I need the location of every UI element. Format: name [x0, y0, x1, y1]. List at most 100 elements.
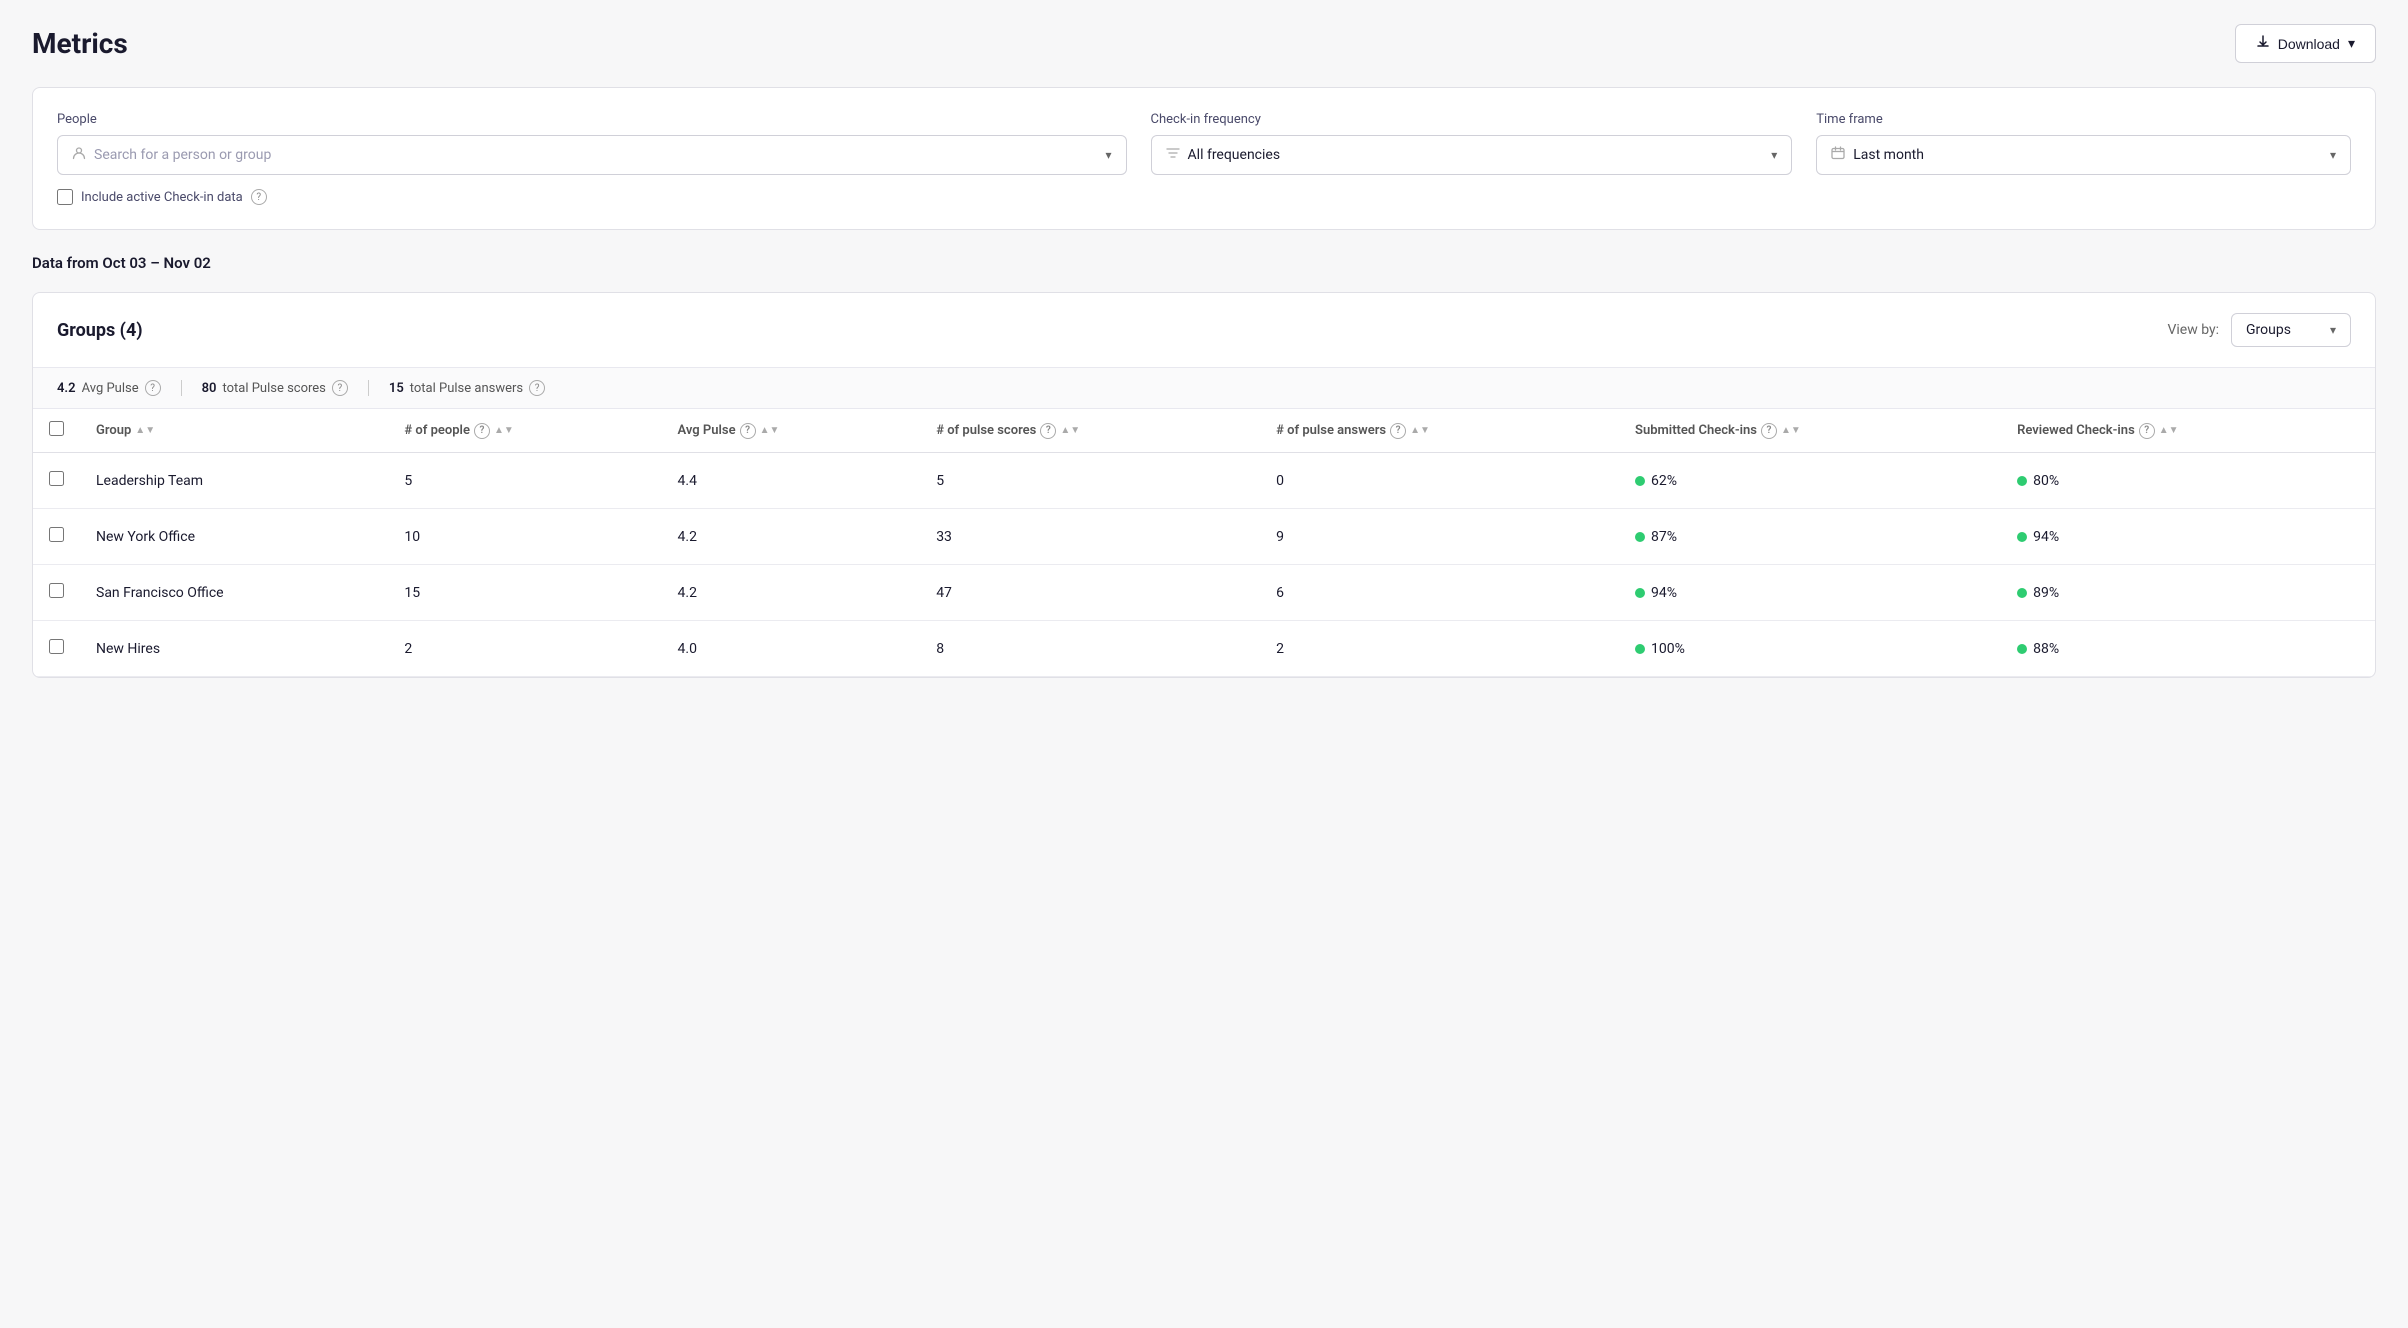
summary-avg-pulse: 4.2 Avg Pulse ?: [57, 380, 181, 396]
col-submitted[interactable]: Submitted Check-ins ? ▲▼: [1619, 409, 2001, 453]
pulse-answers-col-help-icon[interactable]: ?: [1390, 423, 1406, 439]
timeframe-filter-group: Time frame Last month ▾: [1816, 112, 2351, 175]
timeframe-chevron-icon: ▾: [2330, 148, 2336, 162]
row-pulse-answers-0: 0: [1260, 453, 1619, 509]
view-by-label: View by:: [2167, 322, 2219, 338]
row-group-3: New Hires: [80, 621, 388, 677]
row-pulse-answers-2: 6: [1260, 565, 1619, 621]
timeframe-value: Last month: [1853, 147, 2322, 163]
filter-row: People Search for a person or group ▾ Ch…: [57, 112, 2351, 175]
row-group-2: San Francisco Office: [80, 565, 388, 621]
col-pulse-scores[interactable]: # of pulse scores ? ▲▼: [920, 409, 1260, 453]
summary-pulse-answers-label: total Pulse answers: [410, 381, 523, 396]
group-sort-icon: ▲▼: [135, 426, 155, 436]
submitted-value-2: 94%: [1651, 585, 1677, 601]
row-pulse-scores-1: 33: [920, 509, 1260, 565]
summary-pulse-answers: 15 total Pulse answers ?: [368, 380, 565, 396]
avg-pulse-sort-icon: ▲▼: [760, 426, 780, 436]
table-row: San Francisco Office 15 4.2 47 6 94% 89%: [33, 565, 2375, 621]
people-sort-icon: ▲▼: [494, 426, 514, 436]
table-row: Leadership Team 5 4.4 5 0 62% 80%: [33, 453, 2375, 509]
submitted-dot-3: [1635, 644, 1645, 654]
row-avg-pulse-0: 4.4: [662, 453, 921, 509]
reviewed-col-help-icon[interactable]: ?: [2139, 423, 2155, 439]
row-pulse-scores-0: 5: [920, 453, 1260, 509]
col-reviewed[interactable]: Reviewed Check-ins ? ▲▼: [2001, 409, 2375, 453]
frequency-value: All frequencies: [1188, 147, 1764, 163]
pulse-scores-col-help-icon[interactable]: ?: [1040, 423, 1056, 439]
summary-avg-pulse-label: Avg Pulse: [82, 381, 139, 396]
filter-card: People Search for a person or group ▾ Ch…: [32, 87, 2376, 230]
include-active-row: Include active Check-in data ?: [57, 189, 2351, 205]
col-pulse-scores-label: # of pulse scores: [936, 423, 1036, 438]
summary-pulse-scores-label: total Pulse scores: [222, 381, 325, 396]
row-group-1: New York Office: [80, 509, 388, 565]
row-reviewed-1: 94%: [2001, 509, 2375, 565]
download-button[interactable]: Download ▾: [2235, 24, 2376, 63]
view-by-select[interactable]: Groups ▾: [2231, 313, 2351, 347]
frequency-filter-group: Check-in frequency All frequencies ▾: [1151, 112, 1793, 175]
submitted-sort-icon: ▲▼: [1781, 426, 1801, 436]
people-placeholder: Search for a person or group: [94, 147, 1098, 163]
frequency-filter-select[interactable]: All frequencies ▾: [1151, 135, 1793, 175]
people-col-help-icon[interactable]: ?: [474, 423, 490, 439]
people-chevron-icon: ▾: [1106, 148, 1112, 162]
include-active-checkbox[interactable]: [57, 189, 73, 205]
row-checkbox-cell[interactable]: [33, 509, 80, 565]
table-row: New York Office 10 4.2 33 9 87% 94%: [33, 509, 2375, 565]
row-submitted-2: 94%: [1619, 565, 2001, 621]
row-checkbox-0[interactable]: [49, 471, 64, 486]
row-submitted-1: 87%: [1619, 509, 2001, 565]
row-avg-pulse-2: 4.2: [662, 565, 921, 621]
avg-pulse-help-icon[interactable]: ?: [145, 380, 161, 396]
reviewed-sort-icon: ▲▼: [2159, 426, 2179, 436]
row-reviewed-2: 89%: [2001, 565, 2375, 621]
people-filter-group: People Search for a person or group ▾: [57, 112, 1127, 175]
pulse-answers-sort-icon: ▲▼: [1410, 426, 1430, 436]
submitted-col-help-icon[interactable]: ?: [1761, 423, 1777, 439]
col-people[interactable]: # of people ? ▲▼: [388, 409, 661, 453]
frequency-filter-label: Check-in frequency: [1151, 112, 1793, 127]
row-submitted-0: 62%: [1619, 453, 2001, 509]
include-active-label[interactable]: Include active Check-in data: [81, 190, 243, 205]
pulse-answers-help-icon[interactable]: ?: [529, 380, 545, 396]
header-select-all[interactable]: [33, 409, 80, 453]
reviewed-value-2: 89%: [2033, 585, 2059, 601]
page-title: Metrics: [32, 27, 128, 60]
calendar-icon: [1831, 146, 1845, 164]
frequency-chevron-icon: ▾: [1771, 148, 1777, 162]
summary-avg-pulse-value: 4.2: [57, 381, 76, 396]
col-group-label: Group: [96, 423, 131, 438]
col-pulse-answers[interactable]: # of pulse answers ? ▲▼: [1260, 409, 1619, 453]
person-icon: [72, 146, 86, 164]
submitted-value-1: 87%: [1651, 529, 1677, 545]
table-row: New Hires 2 4.0 8 2 100% 88%: [33, 621, 2375, 677]
summary-pulse-scores-value: 80: [202, 381, 217, 396]
row-checkbox-cell[interactable]: [33, 565, 80, 621]
col-group[interactable]: Group ▲▼: [80, 409, 388, 453]
row-checkbox-1[interactable]: [49, 527, 64, 542]
row-checkbox-cell[interactable]: [33, 453, 80, 509]
row-checkbox-2[interactable]: [49, 583, 64, 598]
download-label: Download: [2278, 36, 2340, 52]
download-chevron-icon: ▾: [2348, 35, 2355, 52]
timeframe-filter-select[interactable]: Last month ▾: [1816, 135, 2351, 175]
people-filter-select[interactable]: Search for a person or group ▾: [57, 135, 1127, 175]
row-people-1: 10: [388, 509, 661, 565]
filter-icon: [1166, 146, 1180, 164]
reviewed-dot-2: [2017, 588, 2027, 598]
avg-pulse-col-help-icon[interactable]: ?: [740, 423, 756, 439]
submitted-value-0: 62%: [1651, 473, 1677, 489]
page-container: Metrics Download ▾ People: [0, 0, 2408, 1328]
row-checkbox-3[interactable]: [49, 639, 64, 654]
include-active-help-icon[interactable]: ?: [251, 189, 267, 205]
pulse-scores-help-icon[interactable]: ?: [332, 380, 348, 396]
col-avg-pulse[interactable]: Avg Pulse ? ▲▼: [662, 409, 921, 453]
row-avg-pulse-1: 4.2: [662, 509, 921, 565]
row-checkbox-cell[interactable]: [33, 621, 80, 677]
col-submitted-label: Submitted Check-ins: [1635, 423, 1757, 438]
table-card-header: Groups (4) View by: Groups ▾: [33, 293, 2375, 368]
reviewed-dot-3: [2017, 644, 2027, 654]
select-all-checkbox[interactable]: [49, 421, 64, 436]
col-people-label: # of people: [404, 423, 470, 438]
